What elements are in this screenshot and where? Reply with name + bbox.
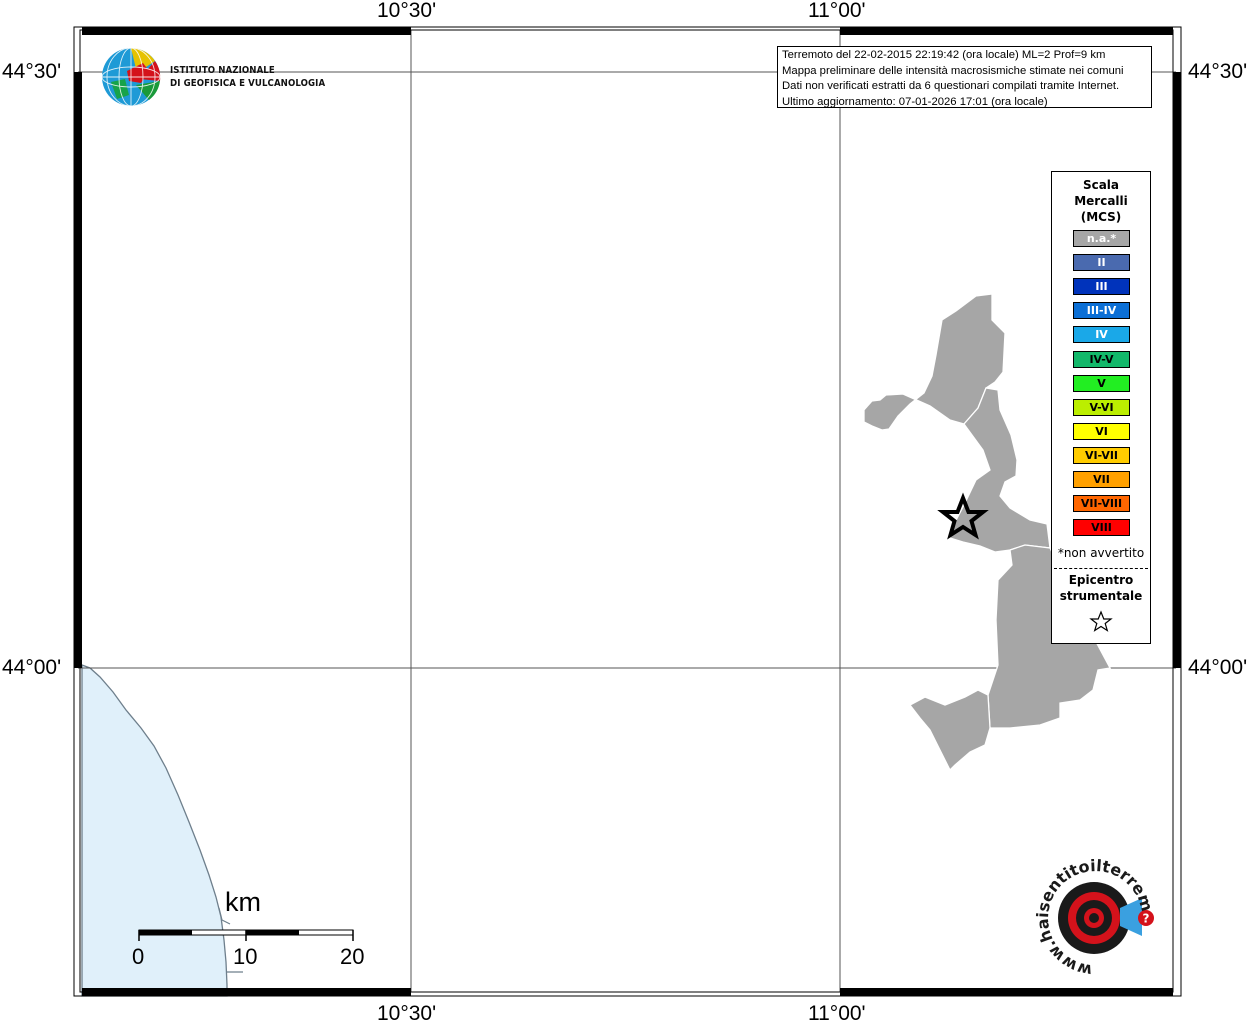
legend-swatch-12: VIII — [1073, 519, 1130, 537]
sea-area — [81, 664, 228, 997]
event-info-box: Terremoto del 22-02-2015 22:19:42 (ora l… — [777, 46, 1152, 108]
scale-tick-20: 20 — [340, 944, 365, 969]
legend-title-line3: (MCS) — [1080, 210, 1122, 224]
scale-tick-0: 0 — [132, 944, 145, 969]
lon-label-top-1: 10°30' — [377, 0, 437, 22]
lon-label-bottom-1: 10°30' — [377, 1002, 437, 1025]
legend-swatch-3: III-IV — [1073, 302, 1130, 320]
legend-epicenter-line2: strumentale — [1059, 589, 1143, 603]
lat-label-left-1: 44°30' — [2, 60, 62, 83]
legend-swatch-2: III — [1073, 278, 1130, 296]
event-info-line2: Mappa preliminare delle intensità macros… — [782, 64, 1124, 77]
legend-title: Scala Mercalli (MCS) — [1052, 177, 1150, 225]
lon-label-bottom-2: 11°00' — [808, 1002, 866, 1025]
legend-title-line1: Scala — [1082, 178, 1120, 192]
legend-divider — [1054, 568, 1148, 569]
ingv-name-line1: ISTITUTO NAZIONALE — [170, 65, 275, 76]
legend-swatch-0: n.a.* — [1073, 230, 1130, 247]
scale-unit: km — [225, 887, 261, 917]
legend-swatch-4: IV — [1073, 326, 1130, 344]
municipality-southwest[interactable] — [909, 689, 991, 772]
legend-swatch-7: V-VI — [1073, 398, 1130, 416]
legend-swatch-11: VII-VIII — [1073, 495, 1130, 513]
ingv-globe-icon — [101, 47, 161, 107]
legend-swatch-9: VI-VII — [1073, 446, 1130, 464]
legend-epicenter-line1: Epicentro — [1068, 573, 1134, 587]
event-info-line1: Terremoto del 22-02-2015 22:19:42 (ora l… — [782, 49, 1106, 61]
haisentito-site-text[interactable]: www.haisentitoilterremoto.it — [1020, 845, 1157, 980]
legend-star-icon — [1089, 610, 1113, 632]
lat-label-right-1: 44°30' — [1188, 60, 1248, 83]
event-info-line4: Ultimo aggiornamento: 07-01-2026 17:01 (… — [782, 95, 1048, 108]
svg-text:www.haisentitoilterremoto.it: www.haisentitoilterremoto.it — [1020, 845, 1157, 980]
haisentito-logo-text: www.haisentitoilterremoto.it — [1020, 845, 1157, 980]
legend-swatch-6: V — [1073, 374, 1130, 392]
legend-note: *non avvertito — [1057, 546, 1145, 560]
mcs-legend: Scala Mercalli (MCS) n.a.* II III III-IV IV I… — [1051, 171, 1151, 644]
lat-label-left-2: 44°00' — [2, 656, 62, 679]
legend-epicenter-label: Epicentro strumentale — [1052, 572, 1150, 604]
legend-title-line2: Mercalli — [1074, 194, 1128, 208]
legend-swatch-5: IV-V — [1073, 350, 1130, 368]
ingv-logo-text: ISTITUTO NAZIONALE DI GEOFISICA E VULCAN… — [170, 64, 325, 90]
lat-label-right-2: 44°00' — [1188, 656, 1248, 679]
legend-swatch-1: II — [1073, 254, 1130, 272]
legend-swatch-10: VII — [1073, 471, 1130, 488]
lon-label-top-2: 11°00' — [808, 0, 866, 22]
ingv-name-line2: DI GEOFISICA E VULCANOLOGIA — [170, 78, 326, 89]
event-info-line3: Dati non verificati estratti da 6 questi… — [782, 80, 1120, 92]
scale-tick-10: 10 — [233, 944, 258, 969]
legend-swatch-8: VI — [1073, 422, 1130, 440]
